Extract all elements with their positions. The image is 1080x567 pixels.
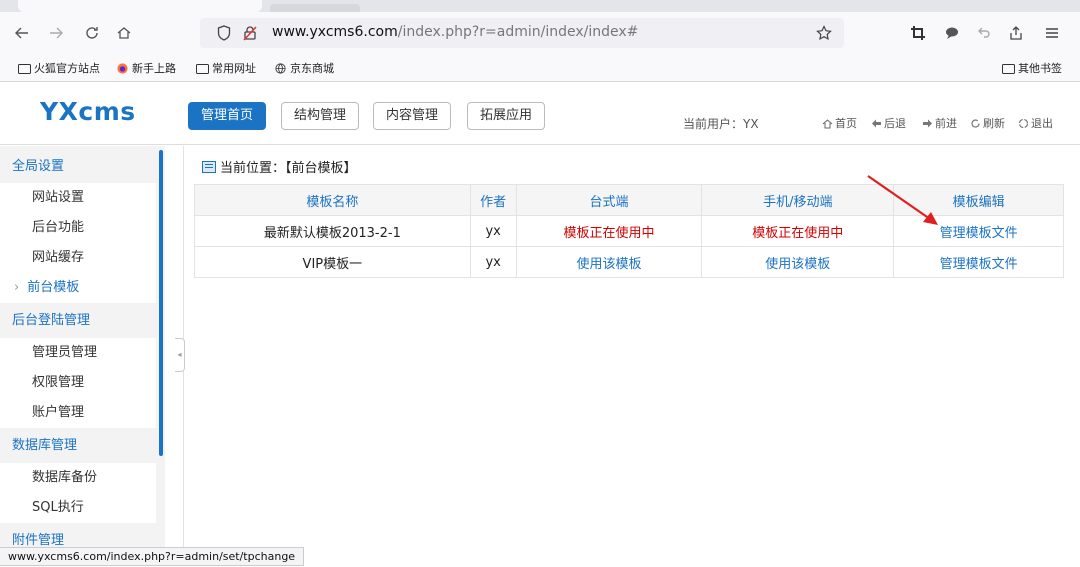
table-header-row: 模板名称 作者 台式端 手机/移动端 模板编辑 <box>194 184 1064 216</box>
back-icon[interactable] <box>10 21 34 45</box>
col-template-name: 模板名称 <box>194 184 471 216</box>
browser-toolbar: www.yxcms6.com/index.php?r=admin/index/i… <box>0 12 1080 54</box>
sidebar-section-global[interactable]: 全局设置 <box>0 152 156 182</box>
quick-label: 后退 <box>884 117 906 130</box>
bookmark-star-icon[interactable] <box>814 23 834 43</box>
folder-icon <box>196 63 209 74</box>
url-host: www.yxcms6.com <box>272 24 398 40</box>
reload-icon[interactable] <box>80 21 104 45</box>
nav-structure[interactable]: 结构管理 <box>281 102 360 130</box>
browser-tab-strip <box>0 0 1080 12</box>
sidebar-item-sql-exec[interactable]: SQL执行 <box>0 493 156 523</box>
bookmark-firefox-official[interactable]: 火狐官方站点 <box>18 60 100 76</box>
bookmark-getting-started[interactable]: 新手上路 <box>116 60 176 76</box>
breadcrumb: 当前位置：【前台模板】 <box>202 157 357 176</box>
template-name: 最新默认模板2013-2-1 <box>194 215 471 247</box>
window-icon <box>202 160 216 173</box>
sidebar-item-site-settings[interactable]: 网站设置 <box>0 183 156 213</box>
mobile-status-in-use: 模板正在使用中 <box>701 215 895 247</box>
sidebar-item-admin-management[interactable]: 管理员管理 <box>0 338 156 368</box>
refresh-icon <box>971 118 980 128</box>
quick-forward[interactable]: 前进 <box>922 115 957 131</box>
quick-label: 退出 <box>1031 117 1053 130</box>
quick-label: 前进 <box>935 117 957 130</box>
col-author: 作者 <box>469 184 517 216</box>
bookmark-label: 常用网址 <box>212 62 256 75</box>
share-icon[interactable] <box>1004 21 1028 45</box>
quick-back[interactable]: 后退 <box>871 115 906 131</box>
sidebar-scrollbar[interactable] <box>159 150 163 456</box>
recycle-icon <box>1018 118 1029 128</box>
other-bookmarks-label: 其他书签 <box>1018 62 1062 75</box>
bookmark-label: 火狐官方站点 <box>34 62 100 75</box>
sidebar-item-permissions[interactable]: 权限管理 <box>0 368 156 398</box>
main-content: 当前位置：【前台模板】 模板名称 作者 台式端 手机/移动端 模板编辑 最新默认… <box>192 146 1070 550</box>
chevron-right-icon: › <box>14 280 20 295</box>
menu-icon[interactable] <box>1040 21 1064 45</box>
manage-template-files-link[interactable]: 管理模板文件 <box>893 246 1064 278</box>
breadcrumb-text: 当前位置：【前台模板】 <box>220 161 357 176</box>
sidebar-item-backend-features[interactable]: 后台功能 <box>0 213 156 243</box>
quick-home[interactable]: 首页 <box>822 115 857 131</box>
home-icon <box>822 118 833 128</box>
bookmark-common-sites[interactable]: 常用网址 <box>196 60 256 76</box>
quick-refresh[interactable]: 刷新 <box>970 115 1005 131</box>
other-bookmarks[interactable]: 其他书签 <box>1002 60 1062 76</box>
use-template-desktop-link[interactable]: 使用该模板 <box>515 246 703 278</box>
sidebar-item-accounts[interactable]: 账户管理 <box>0 398 156 428</box>
sidebar-item-db-backup[interactable]: 数据库备份 <box>0 463 156 493</box>
folder-icon <box>1002 63 1015 74</box>
url-text[interactable]: www.yxcms6.com/index.php?r=admin/index/i… <box>272 24 638 40</box>
quick-label: 刷新 <box>983 117 1005 130</box>
firefox-icon <box>117 62 128 74</box>
sidebar-section-login[interactable]: 后台登陆管理 <box>0 306 156 336</box>
col-edit: 模板编辑 <box>893 184 1064 216</box>
table-row: VIP模板一 yx 使用该模板 使用该模板 管理模板文件 <box>194 246 1064 278</box>
nav-extensions[interactable]: 拓展应用 <box>467 102 546 130</box>
forward-icon[interactable] <box>44 21 68 45</box>
sidebar-item-label: 前台模板 <box>27 280 80 295</box>
sidebar-item-frontend-templates[interactable]: › 前台模板 <box>0 273 156 303</box>
quick-label: 首页 <box>835 117 857 130</box>
url-path: /index.php?r=admin/index/index# <box>397 24 639 40</box>
desktop-status-in-use: 模板正在使用中 <box>515 215 703 247</box>
template-name: VIP模板一 <box>194 246 471 278</box>
nav-content[interactable]: 内容管理 <box>373 102 452 130</box>
browser-tab-active[interactable] <box>18 0 262 12</box>
bookmark-jd[interactable]: 京东商城 <box>274 60 334 76</box>
logo: YXcms <box>40 97 136 126</box>
manage-template-files-link[interactable]: 管理模板文件 <box>893 215 1064 247</box>
template-author: yx <box>469 215 517 247</box>
bookmark-label: 新手上路 <box>132 62 176 75</box>
undo-icon[interactable] <box>972 21 996 45</box>
bookmark-label: 京东商城 <box>290 62 334 75</box>
screenshot-icon[interactable] <box>906 21 930 45</box>
table-row: 最新默认模板2013-2-1 yx 模板正在使用中 模板正在使用中 管理模板文件 <box>194 215 1064 247</box>
template-table: 模板名称 作者 台式端 手机/移动端 模板编辑 最新默认模板2013-2-1 y… <box>194 184 1064 278</box>
sidebar-collapse-handle[interactable]: ◂ <box>175 338 185 372</box>
home-icon[interactable] <box>112 21 136 45</box>
bookmarks-bar: 火狐官方站点 新手上路 常用网址 京东商城 其他书签 <box>0 54 1080 82</box>
arrow-right-icon <box>923 119 932 127</box>
template-author: yx <box>469 246 517 278</box>
sidebar-section-database[interactable]: 数据库管理 <box>0 431 156 461</box>
col-mobile: 手机/移动端 <box>701 184 895 216</box>
globe-icon <box>275 62 286 74</box>
col-desktop: 台式端 <box>515 184 703 216</box>
site-header: YXcms 管理首页 结构管理 内容管理 拓展应用 当前用户：YX 首页 后退 … <box>0 83 1080 145</box>
use-template-mobile-link[interactable]: 使用该模板 <box>701 246 895 278</box>
arrow-left-icon <box>872 119 881 127</box>
status-bar-url: www.yxcms6.com/index.php?r=admin/set/tpc… <box>0 547 305 566</box>
browser-tab[interactable] <box>270 4 360 12</box>
sidebar-item-site-cache[interactable]: 网站缓存 <box>0 243 156 273</box>
address-bar[interactable]: www.yxcms6.com/index.php?r=admin/index/i… <box>200 18 844 48</box>
insecure-lock-icon[interactable] <box>240 23 260 43</box>
shield-icon[interactable] <box>214 23 234 43</box>
sidebar: 全局设置 网站设置 后台功能 网站缓存 › 前台模板 后台登陆管理 管理员管理 权… <box>0 146 165 550</box>
folder-icon <box>18 63 31 74</box>
quick-logout[interactable]: 退出 <box>1018 115 1053 131</box>
chat-icon[interactable] <box>940 21 964 45</box>
nav-dashboard[interactable]: 管理首页 <box>188 102 267 130</box>
current-user: 当前用户：YX <box>683 117 759 131</box>
